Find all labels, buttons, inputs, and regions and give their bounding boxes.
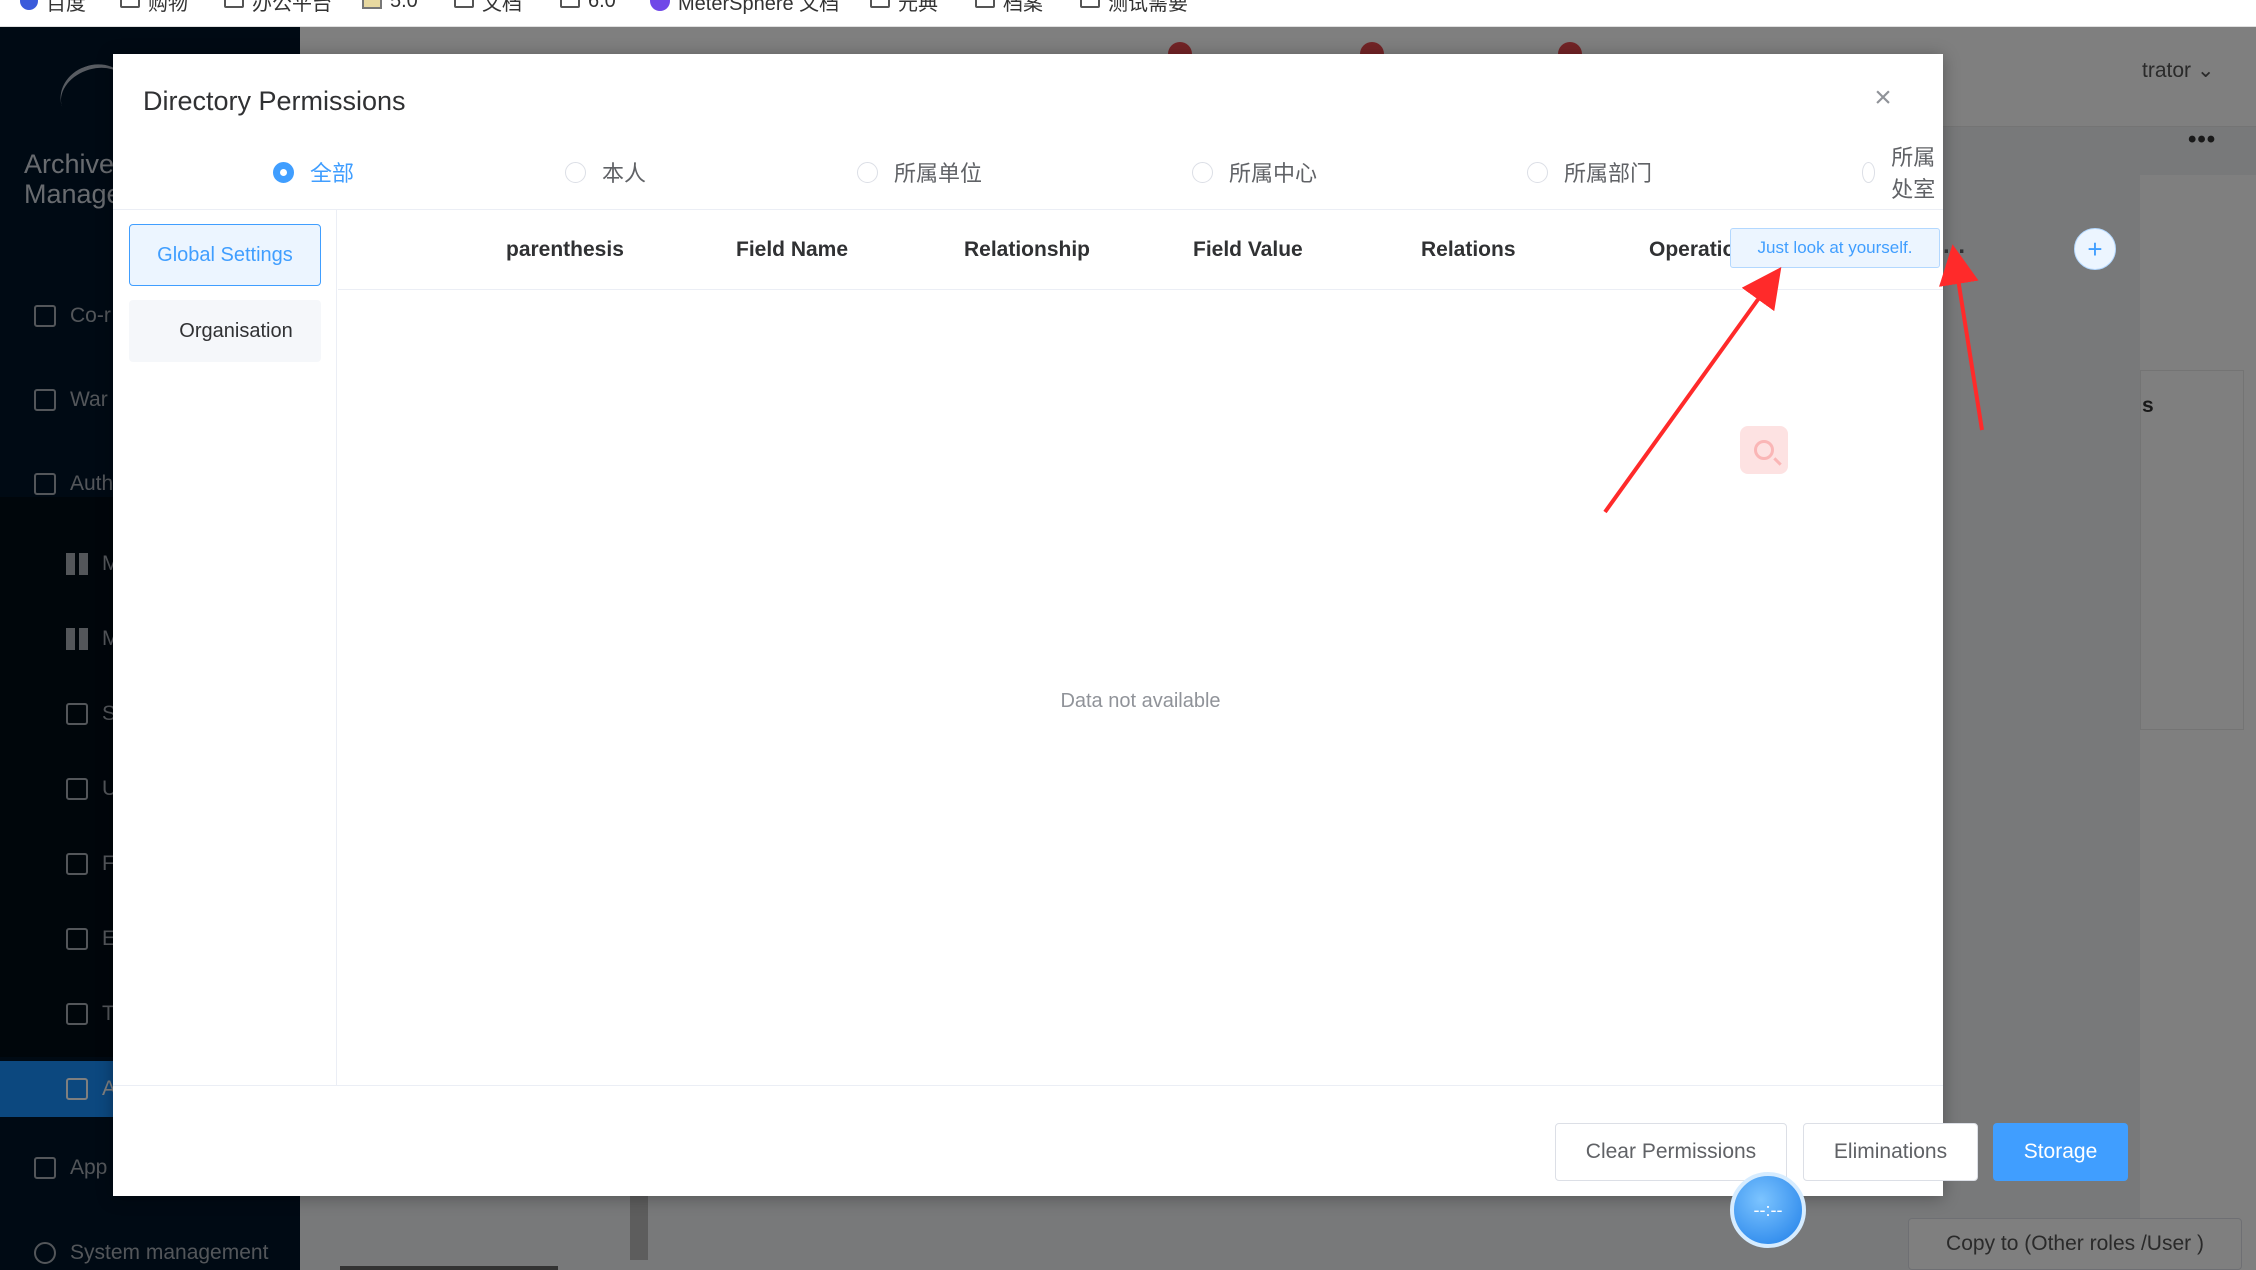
radio-center[interactable]: 所属中心 xyxy=(1192,152,1317,192)
radio-all[interactable]: 全部 xyxy=(273,152,354,192)
bookmark-label: 购物 xyxy=(148,0,188,15)
add-rule-button[interactable]: + xyxy=(2074,228,2116,270)
bookmark-label: 5.0 xyxy=(390,0,418,12)
directory-permissions-dialog: Directory Permissions × 全部 本人 所属单位 所属中心 … xyxy=(113,54,1978,1196)
baidu-icon xyxy=(20,0,38,10)
radio-unit[interactable]: 所属单位 xyxy=(857,152,982,192)
bookmark-archive[interactable]: 档案 xyxy=(975,0,1043,15)
tab-global-settings[interactable]: Global Settings xyxy=(129,224,321,286)
radio-circle xyxy=(1192,161,1213,183)
radio-label: 全部 xyxy=(310,161,355,186)
radio-circle xyxy=(1527,161,1548,183)
radio-circle xyxy=(857,161,878,183)
settings-tabs: Global Settings Organisation xyxy=(113,210,337,1085)
bookmark-docs[interactable]: 文档 xyxy=(454,0,522,15)
bookmark-yuandian[interactable]: 元典 xyxy=(870,0,938,15)
empty-state-text: Data not available xyxy=(1060,690,1221,712)
bookmark-6-0[interactable]: 6.0 xyxy=(560,0,616,13)
folder-icon xyxy=(560,0,580,8)
bookmark-label: 元典 xyxy=(898,0,938,15)
column-header-field-name: Field Name xyxy=(736,238,849,261)
image-icon xyxy=(362,0,382,9)
clear-permissions-button[interactable]: Clear Permissions xyxy=(1555,1123,1787,1181)
scope-radio-group: 全部 本人 所属单位 所属中心 所属部门 所属处室 xyxy=(113,145,1943,202)
radio-circle xyxy=(1862,161,1876,183)
bookmark-label: MeterSphere 文档 xyxy=(678,0,840,15)
metersphere-icon xyxy=(650,0,670,11)
column-header-field-value: Field Value xyxy=(1193,238,1303,261)
radio-label: 所属处室 xyxy=(1891,145,1936,202)
bookmark-5-0[interactable]: 5.0 xyxy=(362,0,418,13)
radio-department[interactable]: 所属部门 xyxy=(1527,152,1652,192)
close-icon[interactable]: × xyxy=(1863,78,1903,118)
bookmark-label: 文档 xyxy=(482,0,522,15)
dialog-title: Directory Permissions xyxy=(143,86,406,116)
bookmark-office[interactable]: 办公平台 xyxy=(224,0,332,15)
search-icon[interactable] xyxy=(1740,426,1788,474)
folder-icon xyxy=(454,0,474,8)
column-header-relations: Relations xyxy=(1421,238,1516,261)
radio-self[interactable]: 本人 xyxy=(565,152,646,192)
radio-label: 所属部门 xyxy=(1564,161,1653,186)
eliminations-button[interactable]: Eliminations xyxy=(1803,1123,1978,1181)
bookmarks-bar: 百度 购物 办公平台 5.0 文档 6.0 MeterSphere 文档 元典 … xyxy=(0,0,2256,27)
radio-office[interactable]: 所属处室 xyxy=(1862,145,1943,202)
bookmark-label: 百度 xyxy=(46,0,86,15)
column-header-parenthesis: parenthesis xyxy=(506,238,624,261)
more-ellipsis-button[interactable]: ... xyxy=(1943,232,1966,260)
bookmark-label: 档案 xyxy=(1003,0,1043,15)
footer-divider xyxy=(113,1085,1943,1086)
radio-circle xyxy=(565,161,586,183)
folder-icon xyxy=(870,0,890,8)
column-header-relationship: Relationship xyxy=(964,238,1091,261)
rules-table-header: parenthesis Field Name Relationship Fiel… xyxy=(338,210,1943,290)
floating-clock-widget[interactable]: --:-- xyxy=(1730,1172,1806,1248)
radio-label: 所属单位 xyxy=(894,161,983,186)
radio-label: 本人 xyxy=(602,161,647,186)
bookmark-label: 办公平台 xyxy=(252,0,332,15)
radio-circle xyxy=(273,161,294,183)
bookmark-baidu[interactable]: 百度 xyxy=(20,0,86,15)
just-look-at-yourself-button[interactable]: Just look at yourself. xyxy=(1730,228,1940,268)
folder-icon xyxy=(975,0,995,8)
tab-organisation[interactable]: Organisation xyxy=(129,300,321,362)
bookmark-test[interactable]: 测试需要 xyxy=(1080,0,1188,15)
storage-button[interactable]: Storage xyxy=(1993,1123,2128,1181)
bookmark-shopping[interactable]: 购物 xyxy=(120,0,188,15)
folder-icon xyxy=(1080,0,1100,8)
bookmark-metersphere[interactable]: MeterSphere 文档 xyxy=(650,0,840,15)
folder-icon xyxy=(120,0,140,8)
search-lens xyxy=(1754,440,1774,460)
radio-label: 所属中心 xyxy=(1229,161,1318,186)
bookmark-label: 6.0 xyxy=(588,0,616,12)
folder-icon xyxy=(224,0,244,8)
bookmark-label: 测试需要 xyxy=(1108,0,1188,15)
